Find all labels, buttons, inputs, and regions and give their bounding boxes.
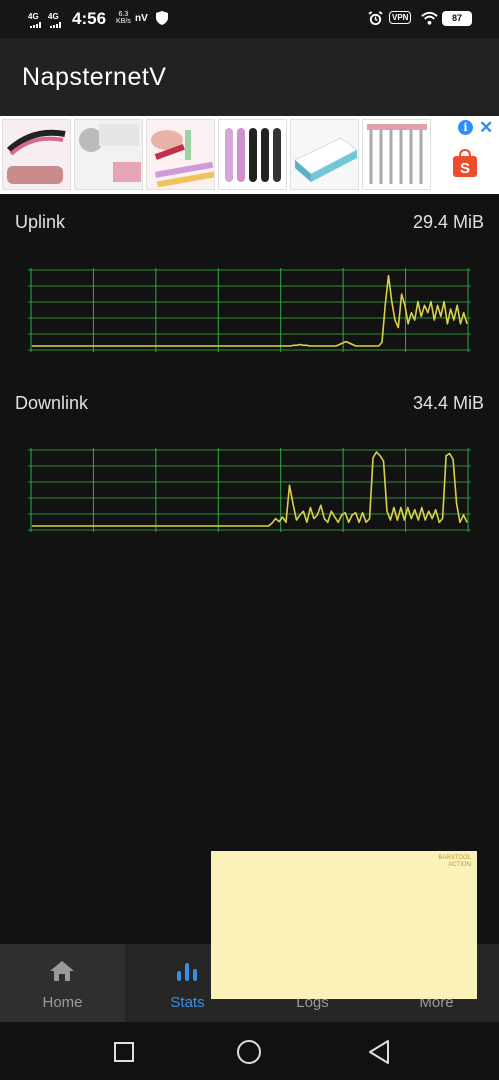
downlink-value: 34.4 MiB [412,393,484,413]
ad-product-image[interactable] [74,119,143,190]
recent-apps-icon[interactable] [113,1041,135,1063]
app-bar: NapsternetV [0,38,499,116]
nail-files-set-image [225,128,281,182]
ad-brand-line-1: BARSTOOL [438,855,471,861]
shopee-bag-icon[interactable]: S [452,148,478,178]
network-1-label: 4G [28,12,39,21]
ad-product-image[interactable] [2,119,71,190]
eyelash-curler-image [6,129,66,184]
banner-ad[interactable]: i ✕ S [0,116,499,194]
ad-close-icon[interactable]: ✕ [479,118,493,138]
cuticle-tools-image [367,124,427,184]
signal-1-icon [30,22,41,28]
uplink-value: 29.4 MiB [412,212,484,232]
ad-product-image[interactable] [218,119,287,190]
nav-home[interactable]: Home [0,944,125,1022]
buffer-block-image [294,137,358,182]
network-speed: 6.3 KB/s [116,11,131,25]
wifi-icon [421,11,438,25]
nail-brush-image [79,124,141,182]
downlink-label: Downlink [15,393,89,413]
home-icon [50,961,74,981]
nav-home-label: Home [42,994,83,1011]
network-2-label: 4G [48,12,59,21]
back-triangle-icon[interactable] [367,1039,391,1065]
uplink-graph [28,268,471,352]
ad-info-icon[interactable]: i [458,120,473,135]
signal-2-icon [50,22,61,28]
shield-icon [156,11,168,25]
home-circle-icon[interactable] [236,1039,262,1065]
clock-time: 4:56 [72,9,107,28]
downlink-graph [28,448,471,532]
speed-unit: KB/s [116,18,131,25]
vpn-badge: VPN [389,11,412,24]
ad-brand-line-2: ACTION [448,862,471,868]
ad-product-image[interactable] [362,119,431,190]
bar-chart-icon [177,963,197,981]
ad-brand-logo: BARSTOOL ACTION [438,855,471,869]
ad-product-image[interactable] [146,119,215,190]
system-navigation-bar [0,1022,499,1080]
nail-file-image [151,130,214,188]
nv-label: nV [135,13,148,24]
floating-ad[interactable]: BARSTOOL ACTION [211,851,477,999]
graph-series-line-downlink [32,451,468,527]
app-title: NapsternetV [22,63,167,91]
alarm-icon [368,11,383,26]
ad-product-image[interactable] [290,119,359,190]
status-bar: 4G 4G 4:56 6.3 KB/s nV VPN 87 [0,0,499,38]
battery-level: 87 [442,11,472,26]
svg-text:S: S [460,160,470,177]
speed-value: 6.3 [118,11,129,18]
uplink-label: Uplink [15,212,66,232]
